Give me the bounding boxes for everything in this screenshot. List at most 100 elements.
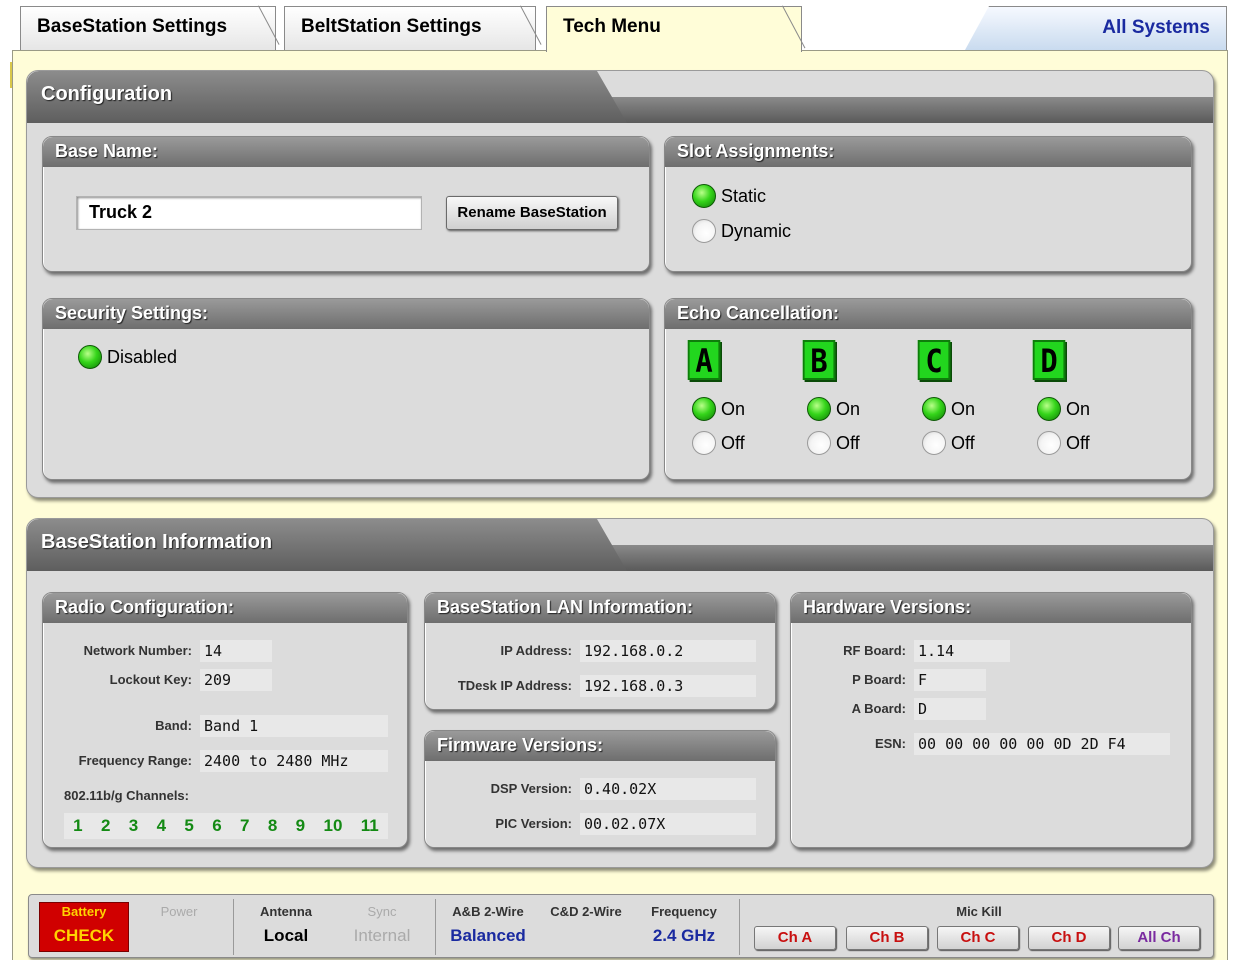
dsp-version-value: 0.40.02X bbox=[580, 778, 756, 800]
slot-assignments-title: Slot Assignments: bbox=[677, 141, 835, 161]
pic-version-value: 00.02.07X bbox=[580, 813, 756, 835]
firmware-versions-title: Firmware Versions: bbox=[437, 735, 604, 755]
left-edge-marker bbox=[0, 62, 12, 88]
tab-label: BaseStation Settings bbox=[37, 16, 228, 37]
echo-channel-b-badge: B bbox=[802, 340, 836, 380]
slot-dynamic-radio[interactable]: Dynamic bbox=[692, 219, 791, 243]
configuration-title: Configuration bbox=[41, 83, 173, 105]
led-off-icon bbox=[807, 431, 831, 455]
rf-board-value: 1.14 bbox=[914, 640, 1010, 662]
channel-item: 4 bbox=[156, 816, 167, 835]
power-label: Power bbox=[160, 904, 198, 919]
mic-kill-label: Ch C bbox=[960, 929, 996, 946]
led-on-icon bbox=[807, 397, 831, 421]
base-name-input[interactable]: Truck 2 bbox=[76, 196, 422, 230]
mic-kill-label: Ch D bbox=[1051, 929, 1087, 946]
radio-configuration-title: Radio Configuration: bbox=[55, 597, 234, 617]
cd-2wire-label: C&D 2-Wire bbox=[550, 904, 622, 919]
security-settings-panel: Security Settings: bbox=[42, 298, 650, 480]
slot-static-radio[interactable]: Static bbox=[692, 184, 766, 208]
mic-kill-label: Ch B bbox=[869, 929, 905, 946]
echo-a-on-radio[interactable]: On bbox=[692, 397, 745, 421]
echo-a-off-radio[interactable]: Off bbox=[692, 431, 745, 455]
mic-kill-ch-c-button[interactable]: Ch C bbox=[937, 926, 1019, 950]
base-name-title: Base Name: bbox=[55, 141, 159, 161]
tab-tech-menu[interactable]: Tech Menu bbox=[546, 6, 802, 52]
lockout-key-value: 209 bbox=[200, 669, 272, 691]
network-number-value: 14 bbox=[200, 640, 272, 662]
frequency-range-value: 2400 to 2480 MHz bbox=[200, 750, 388, 772]
band-label: Band: bbox=[155, 718, 192, 733]
echo-off-label: Off bbox=[836, 432, 860, 453]
tdesk-ip-label: TDesk IP Address: bbox=[457, 678, 572, 693]
mic-kill-ch-d-button[interactable]: Ch D bbox=[1028, 926, 1110, 950]
led-on-icon bbox=[692, 397, 716, 421]
dsp-version-label: DSP Version: bbox=[490, 781, 572, 796]
mic-kill-label: All Ch bbox=[1137, 929, 1181, 946]
echo-on-label: On bbox=[1066, 398, 1091, 419]
echo-off-label: Off bbox=[721, 432, 745, 453]
led-on-icon bbox=[692, 184, 716, 208]
channel-item: 9 bbox=[295, 816, 306, 835]
network-number-label: Network Number: bbox=[83, 643, 192, 658]
a-board-label: A Board: bbox=[851, 701, 906, 716]
status-divider bbox=[739, 899, 740, 955]
slot-static-label: Static bbox=[721, 185, 767, 206]
echo-c-on-radio[interactable]: On bbox=[922, 397, 975, 421]
rename-basestation-button[interactable]: Rename BaseStation bbox=[446, 196, 618, 230]
all-systems-tab[interactable]: All Systems bbox=[965, 6, 1227, 50]
tab-beltstation-settings[interactable]: BeltStation Settings bbox=[284, 6, 536, 50]
mic-kill-all-ch-button[interactable]: All Ch bbox=[1118, 926, 1200, 950]
hardware-versions-title: Hardware Versions: bbox=[803, 597, 972, 617]
led-off-icon bbox=[692, 219, 716, 243]
led-on-icon bbox=[1037, 397, 1061, 421]
echo-channel-c-badge: C bbox=[917, 340, 951, 380]
all-systems-label: All Systems bbox=[1102, 17, 1210, 38]
lan-information-title: BaseStation LAN Information: bbox=[437, 597, 694, 617]
led-off-icon bbox=[692, 431, 716, 455]
mic-kill-ch-b-button[interactable]: Ch B bbox=[846, 926, 928, 950]
a-board-value: D bbox=[914, 698, 986, 720]
ab-2wire-label: A&B 2-Wire bbox=[452, 904, 524, 919]
echo-on-label: On bbox=[951, 398, 976, 419]
configuration-header bbox=[27, 71, 1213, 123]
status-divider bbox=[435, 899, 436, 955]
channels-list: 1 2 3 4 5 6 7 8 9 10 11 bbox=[64, 813, 388, 839]
security-settings-title: Security Settings: bbox=[55, 303, 209, 323]
channel-item: 10 bbox=[323, 816, 343, 835]
led-off-icon bbox=[1037, 431, 1061, 455]
security-disabled-radio[interactable]: Disabled bbox=[78, 345, 177, 369]
status-divider bbox=[233, 899, 234, 955]
echo-b-off-radio[interactable]: Off bbox=[807, 431, 860, 455]
tab-basestation-settings[interactable]: BaseStation Settings bbox=[20, 6, 276, 50]
esn-label: ESN: bbox=[874, 736, 906, 751]
sync-value: Internal bbox=[353, 926, 411, 945]
slot-dynamic-label: Dynamic bbox=[721, 220, 792, 241]
battery-value: CHECK bbox=[53, 926, 115, 945]
frequency-label: Frequency bbox=[651, 904, 717, 919]
p-board-label: P Board: bbox=[852, 672, 906, 687]
antenna-value: Local bbox=[263, 926, 309, 945]
wire-value: Balanced bbox=[450, 926, 526, 945]
lockout-key-label: Lockout Key: bbox=[109, 672, 192, 687]
echo-c-off-radio[interactable]: Off bbox=[922, 431, 975, 455]
channel-item: 3 bbox=[128, 816, 139, 835]
mic-kill-ch-a-button[interactable]: Ch A bbox=[754, 926, 836, 950]
echo-d-on-radio[interactable]: On bbox=[1037, 397, 1090, 421]
echo-on-label: On bbox=[721, 398, 746, 419]
echo-d-off-radio[interactable]: Off bbox=[1037, 431, 1090, 455]
esn-value: 00 00 00 00 00 0D 2D F4 bbox=[914, 733, 1170, 755]
ip-address-value: 192.168.0.2 bbox=[580, 640, 756, 662]
ip-address-label: IP Address: bbox=[500, 643, 572, 658]
channel-item: 6 bbox=[212, 816, 222, 835]
tab-label: BeltStation Settings bbox=[301, 16, 482, 37]
echo-channel-a-badge: A bbox=[687, 340, 721, 380]
pic-version-label: PIC Version: bbox=[495, 816, 572, 831]
channel-item: 11 bbox=[360, 816, 379, 835]
channel-item: 1 bbox=[73, 816, 83, 835]
channel-item: 7 bbox=[240, 816, 250, 835]
tdesk-ip-value: 192.168.0.3 bbox=[580, 675, 756, 697]
rename-basestation-label: Rename BaseStation bbox=[457, 204, 607, 221]
echo-off-label: Off bbox=[1066, 432, 1090, 453]
echo-b-on-radio[interactable]: On bbox=[807, 397, 860, 421]
